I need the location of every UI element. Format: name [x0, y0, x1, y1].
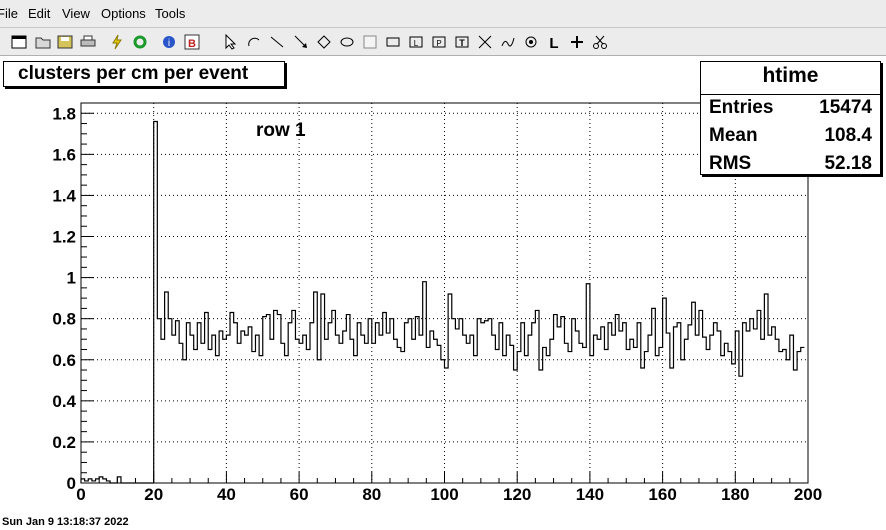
stats-row-entries: Entries 15474: [709, 97, 872, 123]
y-tick-label: 1.6: [52, 145, 76, 164]
svg-text:T: T: [459, 38, 465, 48]
stats-row-rms: RMS 52.18: [709, 153, 872, 179]
arc-icon[interactable]: [245, 33, 263, 51]
svg-text:L: L: [549, 35, 558, 50]
menu-edit[interactable]: Edit: [28, 6, 50, 21]
stats-value: 15474: [819, 97, 872, 118]
stats-value: 52.18: [824, 153, 872, 174]
stats-label: Mean: [709, 125, 758, 146]
x-tick-label: 160: [648, 485, 676, 504]
stats-label: RMS: [709, 153, 752, 174]
menu-view[interactable]: View: [62, 6, 90, 21]
stats-label: Entries: [709, 97, 774, 118]
print-icon[interactable]: [79, 33, 97, 51]
date-stamp: Sun Jan 9 13:18:37 2022: [2, 516, 129, 528]
x-tick-label: 40: [217, 485, 236, 504]
open-folder-icon[interactable]: [34, 33, 52, 51]
x-tick-label: 0: [76, 485, 85, 504]
menu-options[interactable]: Options: [101, 6, 146, 21]
refresh-icon[interactable]: [131, 33, 149, 51]
crosshair-icon[interactable]: [568, 33, 586, 51]
y-tick-label: 1.2: [52, 228, 76, 247]
stats-value: 108.4: [824, 125, 872, 146]
y-tick-label: 0: [67, 474, 76, 493]
save-icon[interactable]: [56, 33, 74, 51]
grid: [81, 103, 808, 483]
toolbar: i B L P T L: [0, 28, 886, 56]
arrow-icon[interactable]: [292, 33, 310, 51]
svg-text:i: i: [168, 38, 170, 49]
inspect-icon[interactable]: i: [160, 33, 178, 51]
cut-icon[interactable]: [591, 33, 609, 51]
pad-icon[interactable]: [361, 33, 379, 51]
x-tick-label: 180: [721, 485, 749, 504]
text-icon[interactable]: T: [453, 33, 471, 51]
chart-title[interactable]: clusters per cm per event: [3, 61, 285, 87]
pave-text-icon[interactable]: P: [430, 33, 448, 51]
x-tick-label: 80: [362, 485, 381, 504]
menu-tools[interactable]: Tools: [155, 6, 185, 21]
y-tick-label: 0.8: [52, 310, 76, 329]
curly-line-icon[interactable]: [499, 33, 517, 51]
stats-row-mean: Mean 108.4: [709, 125, 872, 151]
browser-icon[interactable]: B: [183, 33, 201, 51]
y-tick-label: 0.2: [52, 433, 76, 452]
pave-label-icon[interactable]: L: [407, 33, 425, 51]
x-tick-label: 140: [576, 485, 604, 504]
svg-text:L: L: [414, 39, 419, 48]
stats-box[interactable]: htime Entries 15474 Mean 108.4 RMS 52.18: [700, 61, 881, 175]
histogram-series: [80, 120, 805, 484]
ellipse-icon[interactable]: [338, 33, 356, 51]
y-tick-label: 0.6: [52, 351, 76, 370]
latex-icon[interactable]: L: [545, 33, 563, 51]
stats-divider: [701, 94, 880, 95]
x-tick-label: 20: [144, 485, 163, 504]
line-icon[interactable]: [268, 33, 286, 51]
chart-annotation: row 1: [256, 120, 306, 141]
marker-icon[interactable]: [522, 33, 540, 51]
diamond-icon[interactable]: [315, 33, 333, 51]
svg-text:B: B: [188, 38, 196, 50]
root-canvas[interactable]: 0 20 40 60 80 100 120 140 160 180 200 0 0.2 0.4 0.6 0.8…: [0, 56, 886, 530]
y-tick-label: 1: [67, 269, 76, 288]
pave-icon[interactable]: [384, 33, 402, 51]
x-tick-label: 120: [503, 485, 531, 504]
x-tick-label: 200: [794, 485, 822, 504]
x-tick-label: 60: [290, 485, 309, 504]
y-tick-label: 0.4: [52, 392, 76, 411]
x-tick-label: 100: [430, 485, 458, 504]
y-tick-label: 1.4: [52, 186, 76, 205]
graph-icon[interactable]: [476, 33, 494, 51]
new-canvas-icon[interactable]: [10, 33, 28, 51]
y-tick-label: 1.8: [52, 104, 76, 123]
menu-bar: File Edit View Options Tools: [0, 0, 886, 28]
svg-text:P: P: [436, 39, 441, 48]
interrupt-icon[interactable]: [108, 33, 126, 51]
menu-file[interactable]: File: [0, 6, 18, 21]
pointer-icon[interactable]: [222, 33, 240, 51]
stats-title: htime: [762, 64, 819, 87]
